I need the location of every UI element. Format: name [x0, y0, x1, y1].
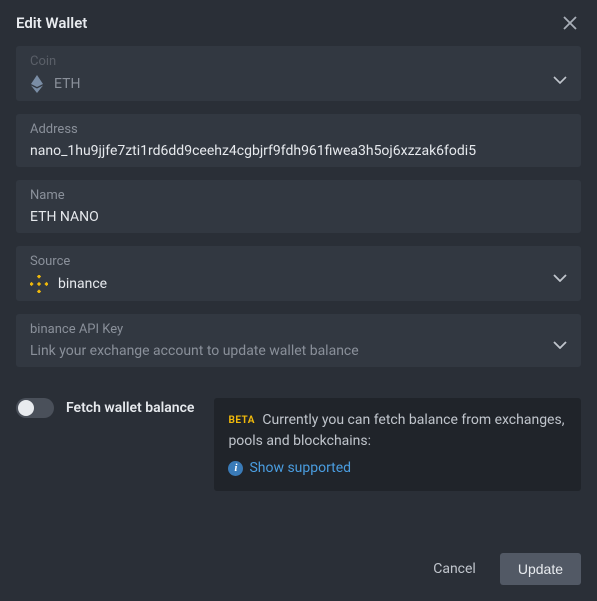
info-link-row: i Show supported	[228, 458, 567, 479]
coin-label: Coin	[30, 54, 567, 69]
source-field[interactable]: Source binance	[16, 246, 581, 301]
edit-wallet-modal: Edit Wallet Coin ETH Address nano_1hu9jj…	[0, 0, 597, 601]
info-text: Currently you can fetch balance from exc…	[228, 412, 564, 449]
api-key-field[interactable]: binance API Key Link your exchange accou…	[16, 314, 581, 367]
name-value: ETH NANO	[30, 209, 567, 225]
beta-badge: BETA	[228, 415, 255, 426]
source-value-row: binance	[30, 275, 567, 293]
update-button[interactable]: Update	[500, 553, 581, 585]
fetch-balance-toggle[interactable]	[16, 398, 54, 418]
address-value: nano_1hu9jjfe7zti1rd6dd9ceehz4cgbjrf9fdh…	[30, 143, 567, 159]
show-supported-link[interactable]: Show supported	[249, 458, 351, 479]
source-label: Source	[30, 254, 567, 269]
coin-value: ETH	[54, 76, 80, 92]
toggle-knob	[18, 400, 34, 416]
address-field[interactable]: Address nano_1hu9jjfe7zti1rd6dd9ceehz4cg…	[16, 114, 581, 167]
name-field[interactable]: Name ETH NANO	[16, 180, 581, 233]
modal-header: Edit Wallet	[16, 6, 581, 46]
api-key-placeholder: Link your exchange account to update wal…	[30, 343, 567, 359]
chevron-down-icon	[553, 341, 567, 349]
binance-icon	[30, 275, 48, 293]
info-icon: i	[228, 461, 243, 476]
fetch-balance-label: Fetch wallet balance	[66, 400, 194, 416]
source-value: binance	[58, 276, 107, 292]
chevron-down-icon	[553, 76, 567, 84]
chevron-down-icon	[553, 274, 567, 282]
coin-value-row: ETH	[30, 75, 567, 93]
close-icon[interactable]	[559, 12, 581, 34]
ethereum-icon	[30, 75, 44, 93]
fetch-balance-row: Fetch wallet balance BETA Currently you …	[16, 398, 581, 491]
coin-field[interactable]: Coin ETH	[16, 46, 581, 101]
address-label: Address	[30, 122, 567, 137]
toggle-group: Fetch wallet balance	[16, 398, 194, 418]
modal-title: Edit Wallet	[16, 14, 87, 32]
modal-footer: Cancel Update	[16, 537, 581, 585]
api-key-label: binance API Key	[30, 322, 567, 337]
info-box: BETA Currently you can fetch balance fro…	[214, 398, 581, 491]
cancel-button[interactable]: Cancel	[423, 553, 486, 585]
name-label: Name	[30, 188, 567, 203]
